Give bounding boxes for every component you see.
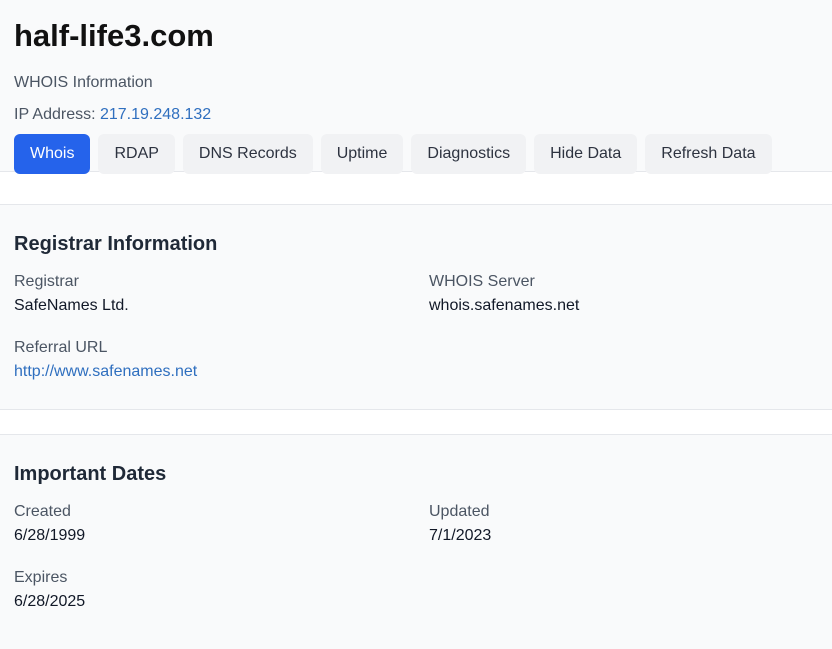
- hide-data-button[interactable]: Hide Data: [534, 134, 638, 174]
- updated-label: Updated: [429, 503, 490, 520]
- whois-server-field: WHOIS Server whois.safenames.net: [429, 272, 818, 316]
- ip-address-link[interactable]: 217.19.248.132: [100, 106, 211, 123]
- tab-bar: Whois RDAP DNS Records Uptime Diagnostic…: [14, 134, 818, 174]
- tab-dns-records[interactable]: DNS Records: [182, 134, 313, 174]
- created-value: 6/28/1999: [14, 527, 86, 544]
- registrar-label: Registrar: [14, 273, 79, 290]
- section-divider: [0, 410, 832, 435]
- dates-section-title: Important Dates: [14, 463, 167, 485]
- registrar-fields: Registrar SafeNames Ltd. WHOIS Server wh…: [14, 272, 818, 382]
- page-header: half-life3.com WHOIS Information IP Addr…: [0, 0, 832, 174]
- referral-url-label: Referral URL: [14, 339, 108, 356]
- ip-address-line: IP Address: 217.19.248.132: [14, 106, 818, 124]
- tab-whois[interactable]: Whois: [14, 134, 91, 174]
- ip-address-label: IP Address:: [14, 106, 96, 123]
- registrar-value: SafeNames Ltd.: [14, 297, 129, 314]
- expires-label: Expires: [14, 569, 68, 586]
- registrar-field: Registrar SafeNames Ltd.: [14, 272, 429, 316]
- referral-url-link[interactable]: http://www.safenames.net: [14, 363, 197, 380]
- created-label: Created: [14, 503, 71, 520]
- tab-diagnostics[interactable]: Diagnostics: [411, 134, 527, 174]
- referral-url-field: Referral URL http://www.safenames.net: [14, 338, 429, 382]
- expires-value: 6/28/2025: [14, 593, 86, 610]
- important-dates-section: Important Dates Created 6/28/1999 Update…: [0, 435, 832, 635]
- created-field: Created 6/28/1999: [14, 502, 429, 546]
- refresh-data-button[interactable]: Refresh Data: [645, 134, 772, 174]
- section-spacer: [0, 172, 832, 205]
- dates-fields: Created 6/28/1999 Updated 7/1/2023 Expir…: [14, 502, 818, 612]
- updated-field: Updated 7/1/2023: [429, 502, 818, 546]
- whois-server-value: whois.safenames.net: [429, 297, 580, 314]
- registrar-section-title: Registrar Information: [14, 233, 218, 255]
- tab-uptime[interactable]: Uptime: [320, 134, 404, 174]
- expires-field: Expires 6/28/2025: [14, 568, 429, 612]
- whois-server-label: WHOIS Server: [429, 273, 535, 290]
- domain-title: half-life3.com: [14, 18, 214, 53]
- tab-rdap[interactable]: RDAP: [98, 134, 175, 174]
- referral-url-value-wrap: http://www.safenames.net: [14, 362, 429, 382]
- updated-value: 7/1/2023: [429, 527, 492, 544]
- registrar-information-section: Registrar Information Registrar SafeName…: [0, 205, 832, 410]
- page-subtitle: WHOIS Information: [14, 74, 153, 91]
